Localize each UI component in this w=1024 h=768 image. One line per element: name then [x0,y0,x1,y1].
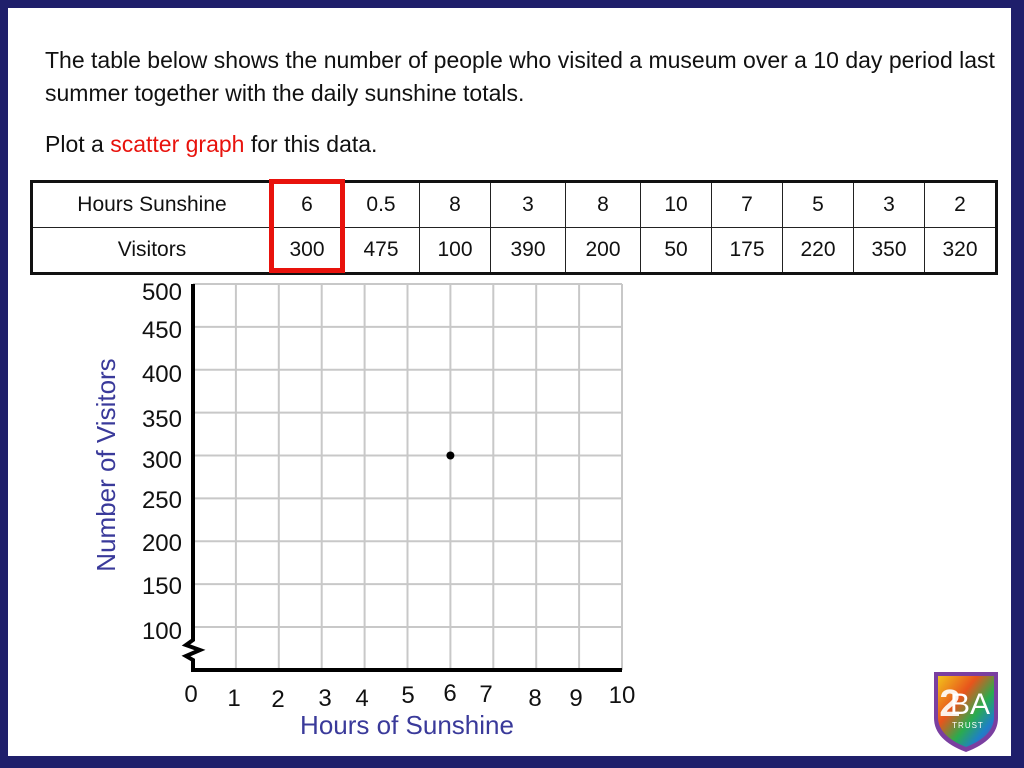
axes-with-break [181,284,622,672]
x-tick-label: 1 [227,685,240,712]
y-tick-label: 450 [142,317,182,344]
y-axis-label: Number of Visitors [91,358,121,571]
trust-logo: BA 2 TRUST [934,672,998,752]
logo-subtext: TRUST [952,721,984,730]
x-tick-label: 9 [569,685,582,712]
y-tick-label: 100 [142,618,182,645]
y-tick-label: 350 [142,406,182,433]
y-tick-label: 500 [142,279,182,306]
y-tick-label: 400 [142,361,182,388]
x-tick-label: 10 [609,682,636,709]
y-tick-label: 250 [142,487,182,514]
x-tick-label: 5 [401,682,414,709]
x-tick-label: 0 [184,681,197,708]
y-tick-label: 300 [142,447,182,474]
y-tick-label: 150 [142,573,182,600]
data-point [446,451,455,460]
y-tick-label: 200 [142,530,182,557]
scatter-chart: 100 150 200 250 300 350 400 450 500 0 1 2 3 4 5 6 7 8 9 10 H… [91,279,636,740]
x-axis-label: Hours of Sunshine [300,710,514,740]
x-tick-label: 6 [443,680,456,707]
x-tick-label: 7 [479,681,492,708]
x-tick-label: 2 [271,686,284,713]
x-tick-label: 8 [528,685,541,712]
logo-number: 2 [939,683,960,725]
x-tick-label: 4 [355,685,368,712]
x-tick-label: 3 [318,685,331,712]
